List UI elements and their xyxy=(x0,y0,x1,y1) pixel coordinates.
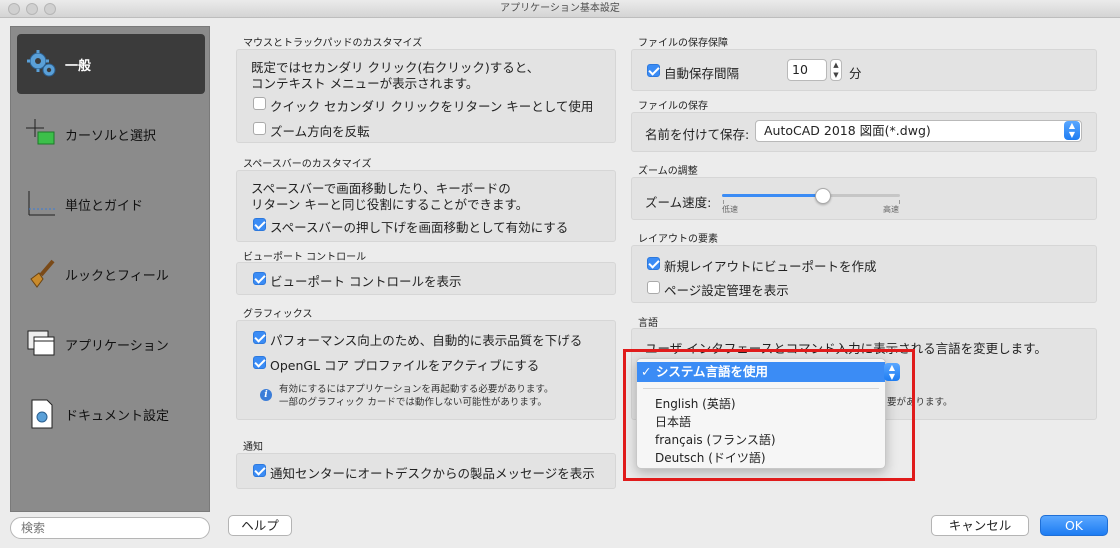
autosave-unit: 分 xyxy=(849,66,862,81)
highlight-annotation-box xyxy=(623,349,915,481)
sidebar-item-label: 単位とガイド xyxy=(65,198,144,214)
new-layout-viewport-label: 新規レイアウトにビューポートを作成 xyxy=(664,259,877,274)
units-guides-icon xyxy=(25,187,59,221)
save-format-value: AutoCAD 2018 図面(*.dwg) xyxy=(764,123,931,138)
opengl-core-label: OpenGL コア プロファイルをアクティブにする xyxy=(270,358,540,373)
sidebar-item-look[interactable]: ルックとフィール xyxy=(17,244,205,304)
space-pan-label: スペースバーの押し下げを画面移動として有効にする xyxy=(270,220,569,235)
zoom-slider-fill xyxy=(722,194,824,197)
mouse-section-title: マウスとトラックパッドのカスタマイズ xyxy=(243,38,423,49)
space-section-title: スペースバーのカスタマイズ xyxy=(243,159,372,170)
quick-secondary-click-checkbox[interactable] xyxy=(253,97,266,110)
sidebar-item-cursor[interactable]: カーソルと選択 xyxy=(17,104,205,164)
autosave-checkbox[interactable] xyxy=(647,64,660,77)
viewport-control-checkbox[interactable] xyxy=(253,272,266,285)
notify-label: 通知センターにオートデスクからの製品メッセージを表示 xyxy=(270,466,595,481)
space-desc-2: リターン キーと同じ役割にすることができます。 xyxy=(251,197,529,212)
auto-degrade-label: パフォーマンス向上のため、自動的に表示品質を下げる xyxy=(270,333,583,348)
save-as-label: 名前を付けて保存: xyxy=(645,127,750,142)
windows-icon xyxy=(25,327,59,361)
auto-degrade-checkbox[interactable] xyxy=(253,331,266,344)
mouse-desc-2: コンテキスト メニューが表示されます。 xyxy=(251,76,479,91)
reverse-zoom-checkbox[interactable] xyxy=(253,122,266,135)
opengl-core-checkbox[interactable] xyxy=(253,356,266,369)
zoom-tick-high xyxy=(899,200,900,204)
sidebar-item-document[interactable]: ドキュメント設定 xyxy=(17,384,205,444)
ok-button[interactable]: OK xyxy=(1040,515,1108,536)
title-bar: アプリケーション基本設定 xyxy=(0,0,1120,18)
sidebar-item-label: ドキュメント設定 xyxy=(65,408,170,424)
minimize-window-button[interactable] xyxy=(26,3,38,15)
autosave-interval-input[interactable]: 10 xyxy=(787,59,827,81)
help-button[interactable]: ヘルプ xyxy=(228,515,292,536)
new-layout-viewport-checkbox[interactable] xyxy=(647,257,660,270)
space-pan-checkbox[interactable] xyxy=(253,218,266,231)
layout-section-title: レイアウトの要素 xyxy=(638,234,718,245)
viewport-section-title: ビューポート コントロール xyxy=(243,252,367,263)
close-window-button[interactable] xyxy=(8,3,20,15)
page-setup-checkbox[interactable] xyxy=(647,281,660,294)
search-input[interactable] xyxy=(10,517,210,539)
graphics-note-2: 一部のグラフィック カードでは動作しない可能性があります。 xyxy=(279,397,547,408)
sidebar-item-label: アプリケーション xyxy=(65,338,169,354)
graphics-section-title: グラフィックス xyxy=(243,309,313,320)
autosave-label: 自動保存間隔 xyxy=(664,66,740,81)
chevron-updown-icon: ▲ ▼ xyxy=(1064,121,1080,140)
autosave-stepper[interactable]: ▲ ▼ xyxy=(830,59,842,81)
autosave-section-title: ファイルの保存保障 xyxy=(638,38,728,49)
zoom-high-label: 高速 xyxy=(883,205,899,214)
gear-icon xyxy=(25,47,59,81)
language-section-title: 言語 xyxy=(638,318,658,329)
save-format-select[interactable]: AutoCAD 2018 図面(*.dwg) xyxy=(755,120,1082,142)
zoom-low-label: 低速 xyxy=(722,205,738,214)
reverse-zoom-label: ズーム方向を反転 xyxy=(270,124,370,139)
graphics-note-1: 有効にするにはアプリケーションを再起動する必要があります。 xyxy=(279,384,554,395)
sidebar-item-label: ルックとフィール xyxy=(65,268,169,284)
window-title: アプリケーション基本設定 xyxy=(500,3,620,14)
notify-checkbox[interactable] xyxy=(253,464,266,477)
zoom-section-title: ズームの調整 xyxy=(638,166,698,177)
document-settings-icon xyxy=(25,397,59,431)
zoom-speed-label: ズーム速度: xyxy=(645,195,712,210)
cursor-select-icon xyxy=(25,117,59,151)
notify-section-title: 通知 xyxy=(243,442,263,453)
sidebar-item-label: カーソルと選択 xyxy=(65,128,157,144)
sidebar: 一般 カーソルと選択 単位とガイド ルックとフィール アプリケーション ドキュメ… xyxy=(10,26,210,512)
info-icon: i xyxy=(260,389,272,401)
viewport-control-label: ビューポート コントロールを表示 xyxy=(270,274,462,289)
sidebar-item-general[interactable]: 一般 xyxy=(17,34,205,94)
sidebar-item-label: 一般 xyxy=(65,58,92,74)
brush-icon xyxy=(25,257,59,291)
sidebar-item-application[interactable]: アプリケーション xyxy=(17,314,205,374)
sidebar-item-units[interactable]: 単位とガイド xyxy=(17,174,205,234)
zoom-window-button[interactable] xyxy=(44,3,56,15)
cancel-button[interactable]: キャンセル xyxy=(931,515,1029,536)
page-setup-label: ページ設定管理を表示 xyxy=(664,283,789,298)
save-section-title: ファイルの保存 xyxy=(638,101,708,112)
quick-secondary-click-label: クイック セカンダリ クリックをリターン キーとして使用 xyxy=(270,99,594,114)
